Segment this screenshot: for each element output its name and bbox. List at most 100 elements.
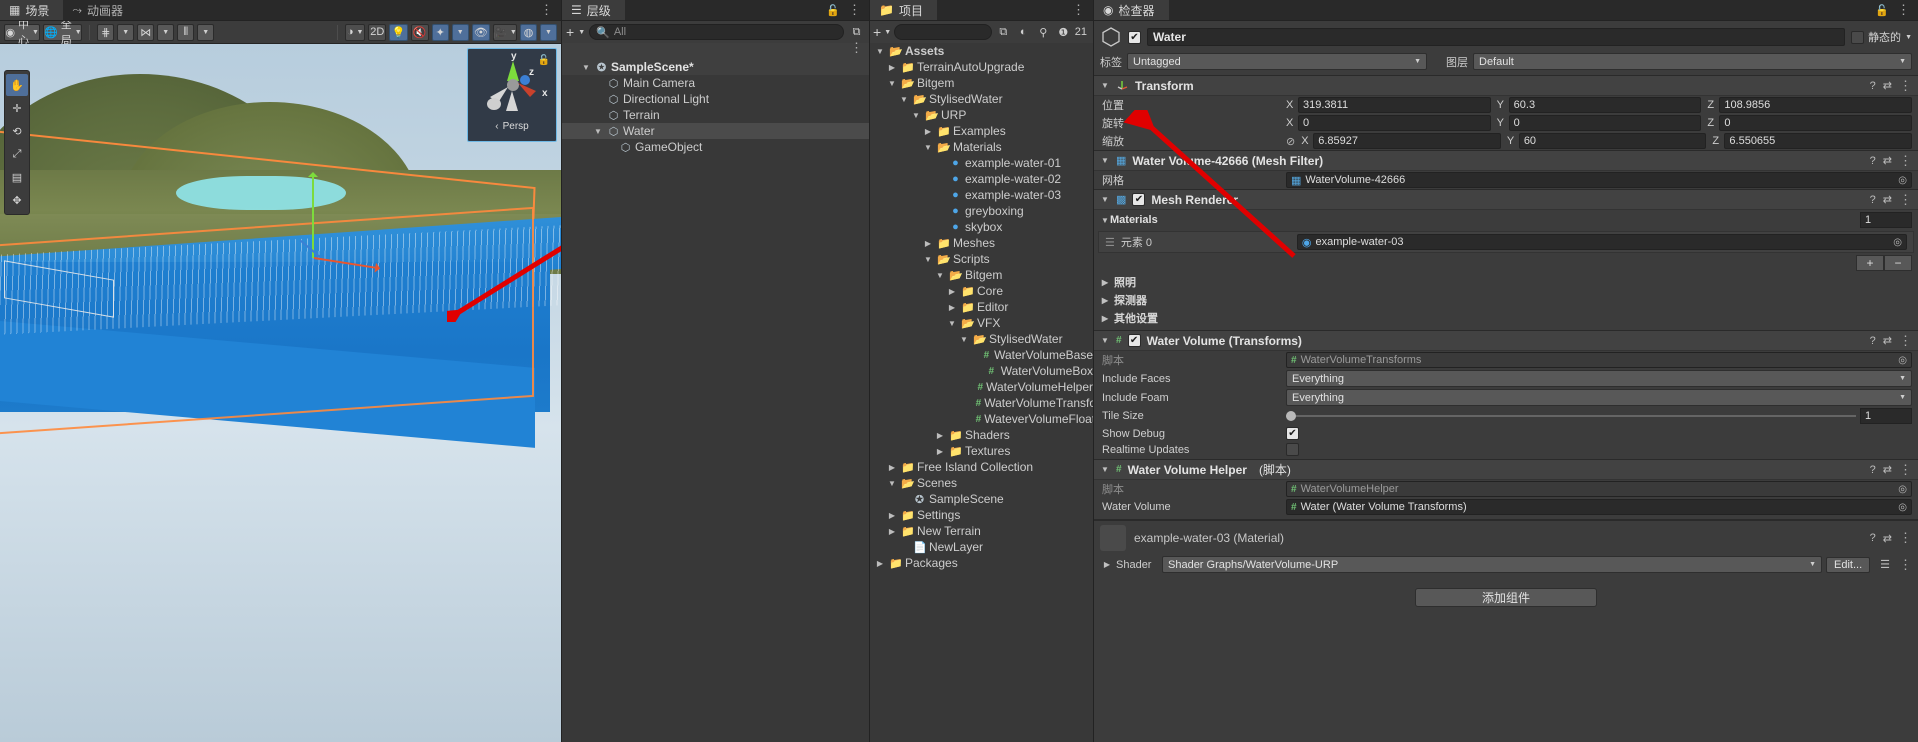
water-volume-transforms-header[interactable]: ▼ # ✔ Water Volume (Transforms) ? ⇄ ⋮ <box>1094 331 1918 351</box>
project-label-filter-icon[interactable]: ⚲ <box>1035 24 1052 41</box>
tree-row[interactable]: ▶ 📁 Examples <box>870 123 1093 139</box>
rotation-x-input[interactable]: 0 <box>1298 115 1491 131</box>
water-volume-transforms-kebab-icon[interactable]: ⋮ <box>1899 334 1912 347</box>
scale-tool-button[interactable]: ⤢ <box>6 143 28 165</box>
show-debug-checkbox[interactable]: ✔ <box>1286 427 1299 440</box>
tree-row[interactable]: ▶ 📁 Free Island Collection <box>870 459 1093 475</box>
mesh-object-field[interactable]: ▦ WaterVolume-42666 ◎ <box>1286 172 1912 188</box>
chevron-right-icon[interactable]: ▶ <box>934 447 946 456</box>
hierarchy-expand-button[interactable]: ⧉ <box>848 24 865 41</box>
chevron-down-icon[interactable]: ▼ <box>898 95 910 104</box>
hand-tool-button[interactable]: ✋ <box>6 74 28 96</box>
help-icon[interactable]: ? <box>1870 335 1876 347</box>
chevron-right-icon[interactable]: ▶ <box>946 303 958 312</box>
help-icon[interactable]: ? <box>1870 155 1876 167</box>
position-y-input[interactable]: 60.3 <box>1508 97 1702 113</box>
position-x-input[interactable]: 319.3811 <box>1298 97 1491 113</box>
tree-row[interactable]: ▼ ✪ SampleScene* <box>562 59 869 75</box>
material-object-field[interactable]: ◉ example-water-03 ◎ <box>1296 234 1907 250</box>
lock-icon[interactable]: 🔓 <box>826 4 840 17</box>
mesh-renderer-kebab-icon[interactable]: ⋮ <box>1899 193 1912 206</box>
transform-tool-button[interactable]: ✥ <box>6 189 28 211</box>
material-preview-kebab-icon[interactable]: ⋮ <box>1899 531 1912 544</box>
projection-mode[interactable]: ‹ Persp <box>468 121 556 132</box>
vertex-snap-button[interactable]: ⋈ <box>137 23 155 41</box>
tab-scene[interactable]: ▦ 场景 <box>0 0 64 20</box>
chevron-down-icon[interactable]: ▼ <box>1100 336 1110 345</box>
material-preview-header[interactable]: example-water-03 (Material) ? ⇄ ⋮ <box>1094 520 1918 555</box>
preset-icon[interactable]: ⇄ <box>1883 154 1892 167</box>
object-picker-icon[interactable]: ◎ <box>1898 484 1907 495</box>
tree-row[interactable]: ·#WaterVolumeHelper <box>870 379 1094 395</box>
tree-row[interactable]: ·#WaterVolumeTransfor <box>870 395 1093 411</box>
additional-settings-section[interactable]: ▶ 其他设置 <box>1094 309 1918 327</box>
scene-kebab-icon[interactable]: ⋮ <box>540 3 553 16</box>
rotation-y-input[interactable]: 0 <box>1508 115 1702 131</box>
chevron-right-icon[interactable]: ▶ <box>886 463 898 472</box>
chevron-right-icon[interactable]: ▶ <box>874 559 886 568</box>
chevron-down-icon[interactable]: ▼ <box>958 335 970 344</box>
tree-row[interactable]: ▶ 📁 TerrainAutoUpgrade <box>870 59 1093 75</box>
tree-row[interactable]: ·#WateverVolumeFloate <box>870 411 1093 427</box>
help-icon[interactable]: ? <box>1870 532 1876 544</box>
shading-mode-button[interactable]: ◑ ▼ <box>345 23 366 41</box>
tree-row[interactable]: ▼ 📂 Bitgem <box>870 75 1093 91</box>
tile-size-input[interactable]: 1 <box>1860 408 1912 424</box>
scale-z-input[interactable]: 6.550655 <box>1724 133 1912 149</box>
project-favorites-icon[interactable]: ◐ <box>1015 24 1032 41</box>
chevron-down-icon[interactable]: ▼ <box>578 29 585 36</box>
2d-toggle-button[interactable]: 2D <box>368 23 387 41</box>
preset-icon[interactable]: ⇄ <box>1883 79 1892 92</box>
object-picker-icon[interactable]: ◎ <box>1893 237 1902 248</box>
hierarchy-search-input[interactable]: 🔍 All <box>589 24 844 40</box>
include-faces-dropdown[interactable]: Everything ▼ <box>1286 370 1912 387</box>
tab-project[interactable]: 📁 项目 <box>870 0 937 20</box>
chevron-down-icon[interactable]: ▼ <box>1100 156 1110 165</box>
tree-row[interactable]: · ● example-water-02 <box>870 171 1093 187</box>
tree-row[interactable]: ▶ 📁 Editor <box>870 299 1093 315</box>
help-icon[interactable]: ? <box>1870 194 1876 206</box>
link-off-icon[interactable]: ⊘ <box>1286 135 1295 148</box>
tree-row[interactable]: · # WaterVolumeBox <box>870 363 1093 379</box>
pivot-mode-button[interactable]: ◉ 中心 ▼ <box>4 19 41 47</box>
project-tree[interactable]: ▼ 📂 Assets ▶ 📁 TerrainAutoUpgrade ▼ 📂 Bitgem ▼ 📂 St… <box>870 43 1093 742</box>
grid-snap-button[interactable]: ⋕ <box>97 23 115 41</box>
ruler-button[interactable]: ⦀ <box>177 23 195 41</box>
tree-row[interactable]: · ⬡ Terrain <box>562 107 869 123</box>
tree-row[interactable]: ▼ 📂 StylisedWater <box>870 331 1093 347</box>
tree-row[interactable]: ▼ ⬡ Water <box>562 123 869 139</box>
preset-icon[interactable]: ⇄ <box>1883 532 1892 545</box>
mesh-renderer-header[interactable]: ▼ ▩ ✔ Mesh Renderer ? ⇄ ⋮ <box>1094 190 1918 210</box>
probes-section[interactable]: ▶ 探测器 <box>1094 291 1918 309</box>
chevron-right-icon[interactable]: ▶ <box>886 527 898 536</box>
chevron-down-icon[interactable]: ▼ <box>922 255 934 264</box>
shader-menu-icon[interactable]: ☰ <box>1880 558 1890 571</box>
chevron-right-icon[interactable]: ▶ <box>922 239 934 248</box>
move-tool-button[interactable]: ✛ <box>6 97 28 119</box>
position-z-input[interactable]: 108.9856 <box>1719 97 1913 113</box>
tree-row[interactable]: ▶ 📁 Shaders <box>870 427 1093 443</box>
scene-options-kebab-icon[interactable]: ⋮ <box>850 41 863 54</box>
lock-icon[interactable]: 🔓 <box>538 55 550 66</box>
gameobject-name-input[interactable]: Water <box>1147 28 1846 46</box>
scene-orientation-gizmo[interactable]: 🔓 y x z ‹ Persp <box>467 48 557 142</box>
chevron-down-icon[interactable]: ▼ <box>1905 34 1912 41</box>
chevron-down-icon[interactable]: ▼ <box>946 319 958 328</box>
tree-row[interactable]: · ✪ SampleScene <box>870 491 1093 507</box>
water-volume-helper-header[interactable]: ▼ # Water Volume Helper (脚本) ? ⇄ ⋮ <box>1094 460 1918 480</box>
chevron-right-icon[interactable]: ▶ <box>946 287 958 296</box>
object-picker-icon[interactable]: ◎ <box>1898 175 1907 186</box>
water-volume-transforms-enabled-checkbox[interactable]: ✔ <box>1127 334 1141 347</box>
add-component-button[interactable]: 添加组件 <box>1415 588 1597 607</box>
scene-visibility-button[interactable]: 👁 <box>471 23 490 41</box>
tree-row[interactable]: ▶ 📁 Settings <box>870 507 1093 523</box>
transform-gizmo-y-axis[interactable] <box>308 172 318 258</box>
chevron-right-icon[interactable]: ▶ <box>886 511 898 520</box>
scene-gizmos-button[interactable]: ◍ <box>520 23 537 41</box>
transform-header[interactable]: ▼ Transform ? ⇄ ⋮ <box>1094 76 1918 96</box>
water-volume-object-field[interactable]: # Water (Water Volume Transforms) ◎ <box>1286 499 1912 515</box>
grid-snap-dropdown[interactable]: ▼ <box>117 23 135 41</box>
shader-kebab-icon[interactable]: ⋮ <box>1899 558 1912 571</box>
chevron-down-icon[interactable]: ▼ <box>1100 81 1110 90</box>
chevron-down-icon[interactable]: ▼ <box>580 63 592 72</box>
